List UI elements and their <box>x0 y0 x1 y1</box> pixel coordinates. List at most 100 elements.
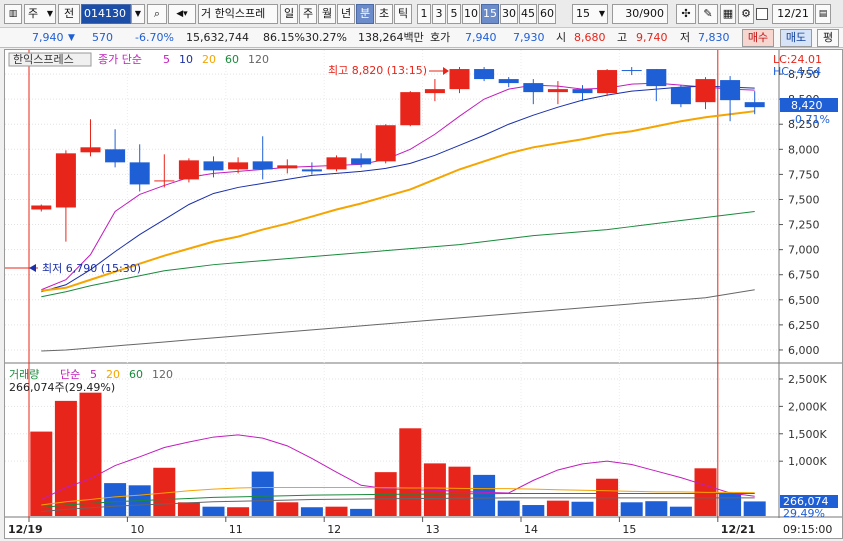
open-price: 8,680 <box>574 31 606 44</box>
volume-bar <box>571 501 594 516</box>
chart-toolbar: ▥ 주 ▼ 전 014130 ▼ ⌕ ◀▾ 거 한익스프레 일주월년분초틱 13… <box>0 0 843 28</box>
x-axis-labels: 12/19 10 11 12 13 14 15 12/21 <box>8 517 755 536</box>
volume-axis-ticks: 2,500K 2,000K 1,500K 1,000K <box>779 373 827 468</box>
chart-area[interactable]: 8,7508,5008,2508,0007,7507,5007,2507,000… <box>4 49 843 539</box>
period-button-4[interactable]: 분 <box>356 4 374 24</box>
grid-button[interactable]: ▦ <box>720 4 736 24</box>
date-input[interactable]: 12/21 <box>772 4 814 24</box>
eval-button[interactable]: 평 <box>817 29 839 47</box>
crosshair-button[interactable]: ✣ <box>676 4 696 24</box>
price-tick-label: 6,000 <box>788 344 820 357</box>
volume-bar <box>79 392 102 516</box>
period-button-2[interactable]: 월 <box>318 4 336 24</box>
sound-button[interactable]: ◀▾ <box>168 4 196 24</box>
stock-name-short: 거 한익스프레 <box>201 7 266 20</box>
current-price-tag: 8,420 <box>780 98 838 112</box>
volume-bar <box>202 506 225 516</box>
interval-value: 15 <box>576 7 590 20</box>
minute-button-3[interactable]: 10 <box>462 4 480 24</box>
candle-body <box>129 162 150 185</box>
volume-bar <box>669 506 692 516</box>
candle-body <box>597 70 618 94</box>
price-tick-label: 7,000 <box>788 244 820 257</box>
period-button-3[interactable]: 년 <box>337 4 355 24</box>
volume-tick-label: 1,000K <box>788 455 827 468</box>
volume: 15,632,744 <box>186 31 249 44</box>
stock-type-select[interactable]: 주 ▼ <box>24 4 56 24</box>
candle-body <box>80 147 101 153</box>
bid-price: 7,930 <box>513 31 545 44</box>
x-axis-label: 12/19 <box>8 523 43 536</box>
period-button-6[interactable]: 틱 <box>394 4 412 24</box>
crosshair-icon: ✣ <box>681 7 691 20</box>
x-axis-label: 13 <box>426 523 440 536</box>
x-axis-label: 10 <box>130 523 144 536</box>
high-price: 9,740 <box>636 31 668 44</box>
volume-ratio: 86.15% <box>263 31 305 44</box>
candle-body <box>105 149 126 163</box>
period-button-0[interactable]: 일 <box>280 4 298 24</box>
period-button-5[interactable]: 초 <box>375 4 393 24</box>
candle-body <box>228 162 249 170</box>
last-pct-tag: 29.49% <box>783 507 825 520</box>
volume-bar <box>522 505 545 516</box>
chart-icon-button[interactable]: ▥ <box>4 4 22 24</box>
buy-button[interactable]: 매수 <box>742 29 774 47</box>
minute-button-0[interactable]: 1 <box>417 4 431 24</box>
candle-body <box>572 89 593 94</box>
price-tick-label: 7,500 <box>788 193 820 206</box>
high-label: 고 <box>617 31 628 44</box>
search-icon: ⌕ <box>153 7 161 20</box>
draw-button[interactable]: ✎ <box>698 4 718 24</box>
period-button-1[interactable]: 주 <box>299 4 317 24</box>
grid-icon: ▦ <box>722 7 734 20</box>
settings-button[interactable]: ⚙ <box>738 4 754 24</box>
price-tick-label: 7,750 <box>788 168 820 181</box>
time-label: 09:15:00 <box>783 523 832 536</box>
candle-body <box>178 160 199 180</box>
candle-body <box>547 89 568 93</box>
current-price: 7,940 <box>32 31 64 44</box>
sell-button[interactable]: 매도 <box>780 29 812 47</box>
interval-select[interactable]: 15 ▼ <box>572 4 608 24</box>
stock-chart[interactable]: 8,7508,5008,2508,0007,7507,5007,2507,000… <box>5 50 842 538</box>
svg-text:8,420: 8,420 <box>791 99 823 112</box>
price-tick-label: 6,500 <box>788 294 820 307</box>
trade-amount: 138,264백만 <box>358 31 424 44</box>
minute-button-6[interactable]: 45 <box>519 4 537 24</box>
minute-button-2[interactable]: 5 <box>447 4 461 24</box>
count-input[interactable]: 30/900 <box>612 4 668 24</box>
speaker-icon: ◀▾ <box>176 9 188 19</box>
price-tick-label: 8,000 <box>788 143 820 156</box>
search-button[interactable]: ⌕ <box>147 4 167 24</box>
minute-button-1[interactable]: 3 <box>432 4 446 24</box>
chevron-down-icon: ▼ <box>598 9 605 18</box>
stock-code-input[interactable]: 014130 <box>81 4 131 24</box>
volume-tick-label: 1,500K <box>788 428 827 441</box>
volume-bar <box>620 502 643 516</box>
date-checkbox[interactable] <box>756 8 768 20</box>
candle-body <box>474 69 495 80</box>
volume-ma-label: 단순 <box>60 368 80 381</box>
volume-bar <box>497 500 520 516</box>
candle-body <box>301 169 322 172</box>
candle-body <box>424 89 445 94</box>
minute-button-5[interactable]: 30 <box>500 4 518 24</box>
candle-body <box>55 153 76 208</box>
minute-button-7[interactable]: 60 <box>538 4 556 24</box>
candle-body <box>277 165 298 169</box>
minute-button-4[interactable]: 15 <box>481 4 499 24</box>
candle-body <box>31 205 52 210</box>
calendar-button[interactable]: ▤ <box>815 4 831 24</box>
volume-bar <box>276 502 299 516</box>
prev-label-select[interactable]: 전 <box>58 4 80 24</box>
x-axis-label: 12 <box>327 523 341 536</box>
volume-bar <box>645 501 668 516</box>
volume-bar <box>719 492 742 516</box>
pencil-icon: ✎ <box>703 7 713 20</box>
candle-body <box>375 125 396 162</box>
candle-body <box>720 80 741 101</box>
candle-body <box>621 70 642 72</box>
volume-ma-legend-60: 60 <box>129 368 143 381</box>
code-dropdown-button[interactable]: ▼ <box>131 4 145 24</box>
